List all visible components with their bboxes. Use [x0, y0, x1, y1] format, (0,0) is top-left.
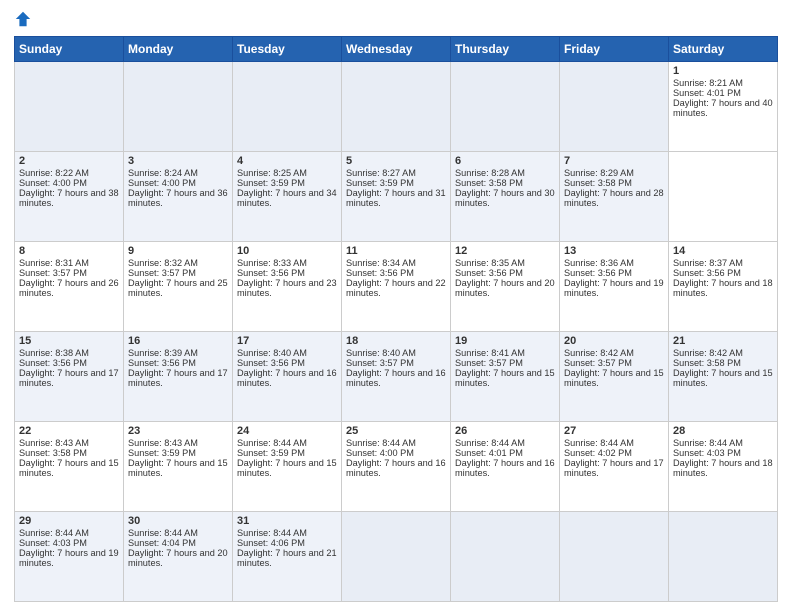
day-number: 1: [673, 65, 773, 77]
calendar-week-row: 15Sunrise: 8:38 AMSunset: 3:56 PMDayligh…: [15, 332, 778, 422]
day-number: 26: [455, 425, 555, 437]
day-number: 23: [128, 425, 228, 437]
calendar-day-cell: 7Sunrise: 8:29 AMSunset: 3:58 PMDaylight…: [560, 152, 669, 242]
calendar-day-cell: 28Sunrise: 8:44 AMSunset: 4:03 PMDayligh…: [669, 422, 778, 512]
calendar-week-row: 1Sunrise: 8:21 AMSunset: 4:01 PMDaylight…: [15, 62, 778, 152]
calendar-day-cell: 10Sunrise: 8:33 AMSunset: 3:56 PMDayligh…: [233, 242, 342, 332]
day-number: 18: [346, 335, 446, 347]
calendar-day-cell: 18Sunrise: 8:40 AMSunset: 3:57 PMDayligh…: [342, 332, 451, 422]
empty-day-cell: [669, 512, 778, 602]
day-number: 20: [564, 335, 664, 347]
empty-day-cell: [124, 62, 233, 152]
calendar-day-header: Friday: [560, 37, 669, 62]
calendar-day-header: Monday: [124, 37, 233, 62]
header: [14, 10, 778, 28]
calendar-day-cell: 12Sunrise: 8:35 AMSunset: 3:56 PMDayligh…: [451, 242, 560, 332]
empty-day-cell: [560, 62, 669, 152]
calendar-day-header: Wednesday: [342, 37, 451, 62]
day-number: 31: [237, 515, 337, 527]
day-number: 30: [128, 515, 228, 527]
day-number: 17: [237, 335, 337, 347]
calendar-day-header: Sunday: [15, 37, 124, 62]
calendar-day-cell: 15Sunrise: 8:38 AMSunset: 3:56 PMDayligh…: [15, 332, 124, 422]
calendar-week-row: 8Sunrise: 8:31 AMSunset: 3:57 PMDaylight…: [15, 242, 778, 332]
day-number: 24: [237, 425, 337, 437]
calendar-day-cell: 24Sunrise: 8:44 AMSunset: 3:59 PMDayligh…: [233, 422, 342, 512]
calendar-table: SundayMondayTuesdayWednesdayThursdayFrid…: [14, 36, 778, 602]
calendar-day-cell: 6Sunrise: 8:28 AMSunset: 3:58 PMDaylight…: [451, 152, 560, 242]
day-number: 5: [346, 155, 446, 167]
empty-day-cell: [560, 512, 669, 602]
logo-icon: [14, 10, 32, 28]
day-number: 16: [128, 335, 228, 347]
calendar-day-header: Tuesday: [233, 37, 342, 62]
empty-day-cell: [451, 62, 560, 152]
calendar-day-header: Thursday: [451, 37, 560, 62]
day-number: 29: [19, 515, 119, 527]
day-number: 12: [455, 245, 555, 257]
calendar-day-cell: 4Sunrise: 8:25 AMSunset: 3:59 PMDaylight…: [233, 152, 342, 242]
calendar-week-row: 2Sunrise: 8:22 AMSunset: 4:00 PMDaylight…: [15, 152, 778, 242]
calendar-day-cell: 9Sunrise: 8:32 AMSunset: 3:57 PMDaylight…: [124, 242, 233, 332]
empty-day-cell: [15, 62, 124, 152]
day-number: 6: [455, 155, 555, 167]
calendar-day-cell: 11Sunrise: 8:34 AMSunset: 3:56 PMDayligh…: [342, 242, 451, 332]
calendar-day-cell: 27Sunrise: 8:44 AMSunset: 4:02 PMDayligh…: [560, 422, 669, 512]
calendar-day-cell: 1Sunrise: 8:21 AMSunset: 4:01 PMDaylight…: [669, 62, 778, 152]
calendar-day-cell: 20Sunrise: 8:42 AMSunset: 3:57 PMDayligh…: [560, 332, 669, 422]
calendar-day-cell: 31Sunrise: 8:44 AMSunset: 4:06 PMDayligh…: [233, 512, 342, 602]
day-number: 10: [237, 245, 337, 257]
day-number: 14: [673, 245, 773, 257]
day-number: 22: [19, 425, 119, 437]
calendar-day-cell: 5Sunrise: 8:27 AMSunset: 3:59 PMDaylight…: [342, 152, 451, 242]
calendar-day-header: Saturday: [669, 37, 778, 62]
day-number: 25: [346, 425, 446, 437]
calendar-day-cell: 22Sunrise: 8:43 AMSunset: 3:58 PMDayligh…: [15, 422, 124, 512]
calendar-day-cell: 30Sunrise: 8:44 AMSunset: 4:04 PMDayligh…: [124, 512, 233, 602]
day-number: 13: [564, 245, 664, 257]
empty-day-cell: [451, 512, 560, 602]
day-number: 7: [564, 155, 664, 167]
calendar-day-cell: 8Sunrise: 8:31 AMSunset: 3:57 PMDaylight…: [15, 242, 124, 332]
calendar-day-cell: 26Sunrise: 8:44 AMSunset: 4:01 PMDayligh…: [451, 422, 560, 512]
calendar-day-cell: 23Sunrise: 8:43 AMSunset: 3:59 PMDayligh…: [124, 422, 233, 512]
calendar-header-row: SundayMondayTuesdayWednesdayThursdayFrid…: [15, 37, 778, 62]
calendar-day-cell: 2Sunrise: 8:22 AMSunset: 4:00 PMDaylight…: [15, 152, 124, 242]
day-number: 2: [19, 155, 119, 167]
day-number: 27: [564, 425, 664, 437]
empty-day-cell: [342, 512, 451, 602]
day-number: 8: [19, 245, 119, 257]
calendar-day-cell: 14Sunrise: 8:37 AMSunset: 3:56 PMDayligh…: [669, 242, 778, 332]
day-number: 28: [673, 425, 773, 437]
calendar-day-cell: 13Sunrise: 8:36 AMSunset: 3:56 PMDayligh…: [560, 242, 669, 332]
day-number: 11: [346, 245, 446, 257]
calendar-day-cell: 19Sunrise: 8:41 AMSunset: 3:57 PMDayligh…: [451, 332, 560, 422]
day-number: 15: [19, 335, 119, 347]
calendar-week-row: 22Sunrise: 8:43 AMSunset: 3:58 PMDayligh…: [15, 422, 778, 512]
calendar-day-cell: 25Sunrise: 8:44 AMSunset: 4:00 PMDayligh…: [342, 422, 451, 512]
calendar-week-row: 29Sunrise: 8:44 AMSunset: 4:03 PMDayligh…: [15, 512, 778, 602]
calendar-day-cell: 21Sunrise: 8:42 AMSunset: 3:58 PMDayligh…: [669, 332, 778, 422]
page: SundayMondayTuesdayWednesdayThursdayFrid…: [0, 0, 792, 612]
logo: [14, 10, 33, 28]
calendar-day-cell: 16Sunrise: 8:39 AMSunset: 3:56 PMDayligh…: [124, 332, 233, 422]
day-number: 3: [128, 155, 228, 167]
empty-day-cell: [233, 62, 342, 152]
empty-day-cell: [342, 62, 451, 152]
day-number: 21: [673, 335, 773, 347]
day-number: 4: [237, 155, 337, 167]
day-number: 19: [455, 335, 555, 347]
calendar-day-cell: 29Sunrise: 8:44 AMSunset: 4:03 PMDayligh…: [15, 512, 124, 602]
day-number: 9: [128, 245, 228, 257]
calendar-day-cell: 17Sunrise: 8:40 AMSunset: 3:56 PMDayligh…: [233, 332, 342, 422]
calendar-day-cell: 3Sunrise: 8:24 AMSunset: 4:00 PMDaylight…: [124, 152, 233, 242]
